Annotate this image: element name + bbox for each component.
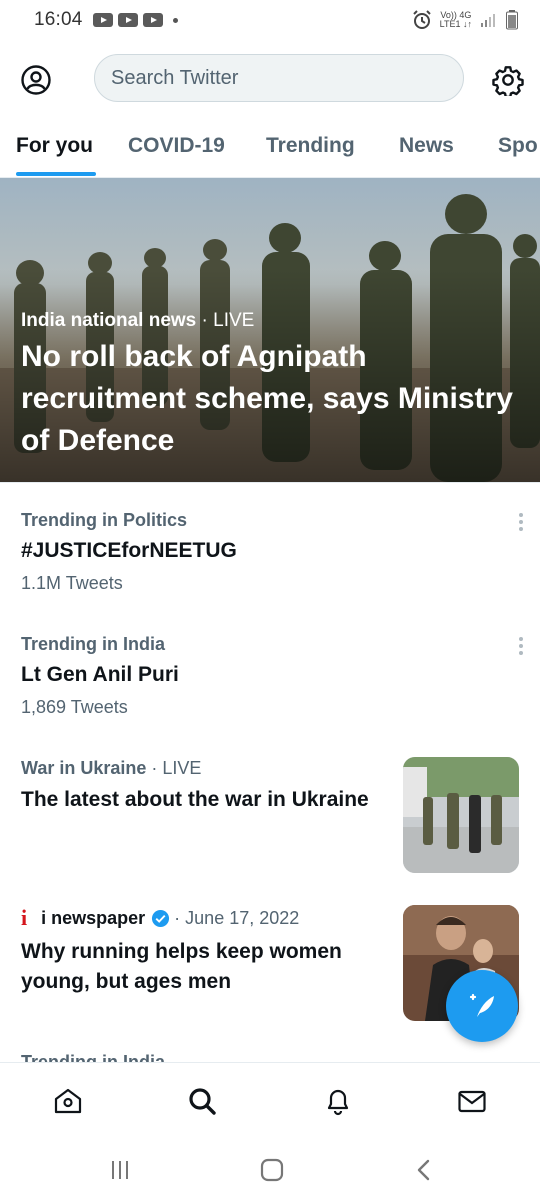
hero-text: India national news · LIVE No roll back …	[21, 310, 521, 462]
status-right: Vo)) 4G LTE1 ↓↑	[412, 10, 518, 30]
back-icon[interactable]	[410, 1156, 438, 1184]
android-navigation-bar	[0, 1140, 540, 1200]
home-icon[interactable]	[52, 1085, 84, 1117]
header: Search Twitter	[0, 48, 540, 110]
hero-category: India national news	[21, 310, 197, 331]
trend-count: 1,869 Tweets	[21, 697, 128, 717]
tab-news[interactable]: News	[399, 118, 454, 178]
tab-trending[interactable]: Trending	[266, 118, 355, 178]
trend-context: Trending in India	[21, 634, 165, 654]
verified-badge-icon	[152, 909, 170, 927]
story-live-label: LIVE	[162, 758, 202, 778]
alarm-icon	[412, 10, 431, 29]
source-name: i newspaper	[41, 907, 146, 928]
network-line-2: LTE1 ↓↑	[439, 19, 472, 29]
more-options-icon[interactable]	[509, 510, 533, 534]
bottom-navigation	[0, 1062, 540, 1140]
search-icon[interactable]	[186, 1085, 218, 1117]
profile-icon[interactable]	[20, 64, 52, 96]
tab-for-you[interactable]: For you	[16, 118, 93, 178]
story-thumbnail[interactable]	[403, 757, 519, 873]
story-separator: ·	[146, 758, 163, 778]
gear-icon[interactable]	[492, 64, 524, 96]
i-newspaper-logo: i	[21, 905, 28, 930]
trend-count: 1.1M Tweets	[21, 573, 123, 593]
trend-item[interactable]: Trending in India Lt Gen Anil Puri 1,869…	[21, 634, 523, 718]
status-bar: 16:04 Vo)) 4G LTE1 ↓↑	[0, 0, 540, 40]
mail-icon[interactable]	[456, 1085, 488, 1117]
more-notifications-dot	[172, 17, 178, 23]
network-indicator: Vo)) 4G LTE1 ↓↑	[440, 11, 472, 29]
search-placeholder: Search Twitter	[111, 66, 239, 89]
story-date: · June 17, 2022	[174, 907, 300, 928]
notification-icons	[92, 13, 163, 27]
signal-icon	[481, 14, 495, 27]
tab-sports[interactable]: Spo	[498, 118, 538, 178]
recent-apps-icon[interactable]	[106, 1156, 134, 1184]
tab-covid-19[interactable]: COVID-19	[128, 118, 225, 178]
hero-separator: ·	[196, 310, 214, 331]
story-source: i i newspaper · June 17, 2022	[21, 905, 371, 931]
ukraine-story-image	[403, 757, 519, 873]
trend-context: Trending in India	[21, 1052, 165, 1062]
trend-name: #JUSTICEforNEETUG	[21, 539, 237, 562]
status-time: 16:04	[34, 9, 83, 30]
explore-tabs: For you COVID-19 Trending News Spo	[0, 118, 540, 178]
story-topic: War in Ukraine	[21, 758, 147, 778]
active-tab-indicator	[16, 172, 96, 176]
youtube-icon	[92, 13, 113, 27]
compose-feather-icon	[469, 993, 494, 1017]
youtube-icon	[142, 13, 163, 27]
story-title: Why running helps keep women young, but …	[21, 940, 342, 993]
story-item[interactable]: i i newspaper · June 17, 2022 Why runnin…	[21, 905, 371, 997]
more-options-icon[interactable]	[509, 634, 533, 658]
search-input[interactable]: Search Twitter	[94, 54, 464, 102]
compose-tweet-button[interactable]	[446, 970, 518, 1042]
hero-divider	[0, 482, 540, 483]
battery-icon	[506, 10, 518, 30]
trend-item[interactable]: Trending in Politics #JUSTICEforNEETUG 1…	[21, 510, 523, 594]
bell-icon[interactable]	[322, 1085, 354, 1117]
trend-item-partial[interactable]: Trending in India	[21, 1052, 521, 1062]
hero-live-label: LIVE	[213, 310, 255, 331]
youtube-icon	[117, 13, 138, 27]
story-item[interactable]: War in Ukraine · LIVE The latest about t…	[21, 758, 371, 815]
story-title: The latest about the war in Ukraine	[21, 788, 369, 811]
hero-title: No roll back of Agnipath recruitment sch…	[21, 340, 513, 457]
story-context: War in Ukraine · LIVE	[21, 758, 371, 779]
trend-name: Lt Gen Anil Puri	[21, 663, 179, 686]
trend-context: Trending in Politics	[21, 510, 188, 530]
home-button-icon[interactable]	[258, 1156, 286, 1184]
hero-story[interactable]: India national news · LIVE No roll back …	[0, 178, 540, 482]
hero-meta: India national news · LIVE	[21, 310, 521, 332]
